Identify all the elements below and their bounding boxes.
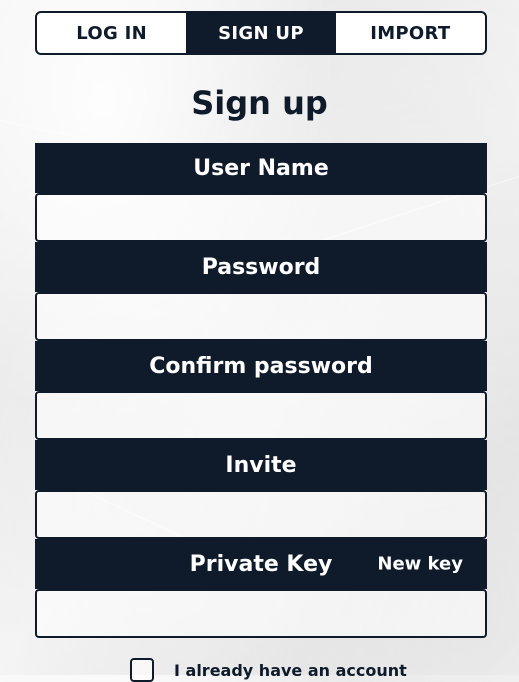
- already-have-account-row[interactable]: I already have an account: [130, 658, 407, 682]
- confirm-password-input[interactable]: [35, 391, 487, 440]
- already-have-account-label: I already have an account: [174, 660, 407, 680]
- auth-tabs: LOG IN SIGN UP IMPORT: [35, 11, 487, 55]
- tab-sign-up[interactable]: SIGN UP: [186, 13, 336, 53]
- private-key-header: Private Key New key: [35, 539, 487, 589]
- page-title: Sign up: [191, 84, 328, 122]
- private-key-input[interactable]: [35, 589, 487, 638]
- private-key-label: Private Key: [189, 551, 333, 577]
- invite-label: Invite: [35, 440, 487, 490]
- password-label: Password: [35, 242, 487, 292]
- signup-form: User Name Password Confirm password Invi…: [35, 143, 487, 638]
- password-input[interactable]: [35, 292, 487, 341]
- tab-log-in[interactable]: LOG IN: [37, 13, 186, 53]
- username-label: User Name: [35, 143, 487, 193]
- new-key-button[interactable]: New key: [377, 554, 463, 575]
- already-have-account-checkbox[interactable]: [130, 658, 154, 682]
- invite-input[interactable]: [35, 490, 487, 539]
- confirm-password-label: Confirm password: [35, 341, 487, 391]
- username-input[interactable]: [35, 193, 487, 242]
- tab-import[interactable]: IMPORT: [336, 13, 485, 53]
